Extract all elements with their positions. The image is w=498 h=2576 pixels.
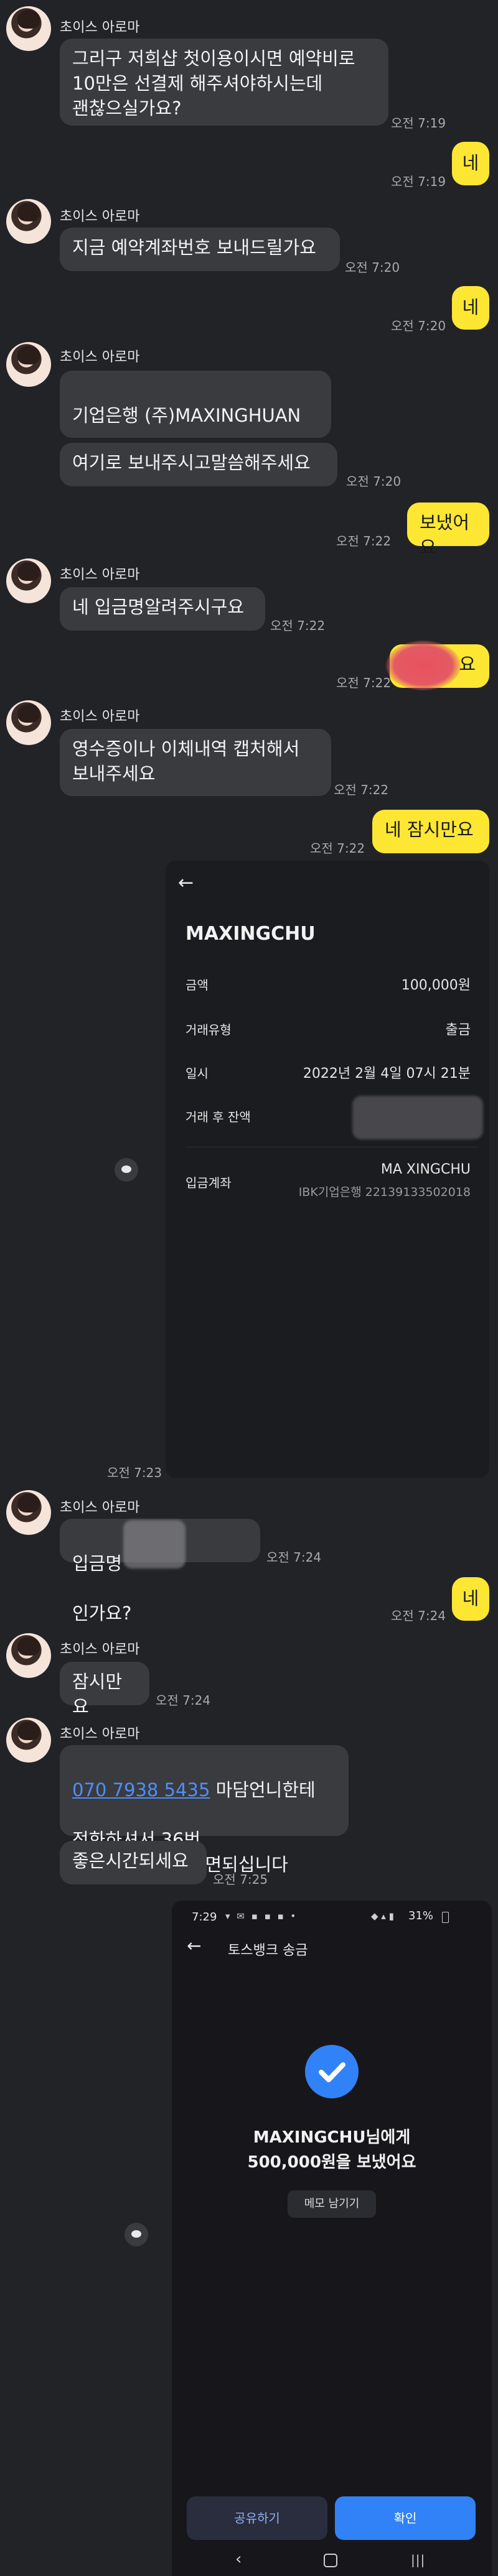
datetime-value: 2022년 2월 4일 07시 21분: [303, 1066, 471, 1082]
sender-avatar[interactable]: [6, 6, 51, 51]
incoming-message[interactable]: 지금 예약계좌번호 보내드릴가요: [60, 228, 340, 271]
sender-name: 초이스 아로마: [60, 209, 140, 225]
message-time: 오전 7:24: [156, 1693, 211, 1708]
incoming-message[interactable]: 070 7938 5435 마담언니한테 전화하셔서 36번 언니만남신청하시면…: [60, 1745, 349, 1875]
sender-avatar[interactable]: [6, 342, 51, 387]
message-part: 입금명: [72, 1553, 123, 1574]
share-icon[interactable]: [115, 1158, 138, 1182]
balance-redaction: [352, 1096, 483, 1139]
sender-name: 초이스 아로마: [60, 20, 140, 35]
toss-transfer-image[interactable]: 7:29 ▾ ✉ ▪ ▪ ▪ • ◆ ▴ ▮ 31% ← 토스뱅크 송금 MAX…: [172, 1901, 492, 2576]
message-part: 마담언니한테: [210, 1779, 316, 1800]
chat-screen: { "chat": { "sender_name": "초이스 아로마", "m…: [0, 0, 498, 2576]
sender-name: 초이스 아로마: [60, 709, 140, 725]
incoming-message[interactable]: 잠시만요: [60, 1662, 149, 1717]
amount-label: 금액: [186, 978, 209, 993]
memo-button[interactable]: 메모 남기기: [288, 2190, 376, 2218]
success-line2: 500,000원을 보냈어요: [247, 2153, 416, 2172]
incoming-message[interactable]: 영수증이나 이체내역 캡처해서 보내주세요: [60, 729, 331, 796]
name-redaction: [123, 1520, 186, 1568]
status-time: 7:29: [192, 1911, 217, 1924]
message-time: 오전 7:24: [266, 1550, 322, 1565]
type-label: 거래유형: [186, 1022, 232, 1037]
message-time: 오전 7:22: [336, 675, 392, 690]
message-time: 오전 7:23: [107, 1465, 162, 1480]
outgoing-message[interactable]: 네 잠시만요: [372, 810, 489, 853]
redaction-blur: [386, 641, 461, 690]
bank-name-line: 기업은행 (주)MAXINGHUAN: [72, 405, 301, 426]
share-button[interactable]: 공유하기: [187, 2496, 327, 2540]
sender-avatar[interactable]: [6, 1633, 51, 1678]
deposit-account: IBK기업은행 22139133502018: [298, 1185, 471, 1199]
outgoing-message[interactable]: 네: [452, 286, 489, 330]
back-arrow-icon[interactable]: ←: [178, 872, 194, 894]
message-time: 오전 7:22: [310, 841, 365, 856]
back-arrow-icon[interactable]: ←: [187, 1935, 201, 1956]
message-time: 오전 7:22: [334, 782, 389, 797]
nav-back-icon[interactable]: ‹: [235, 2550, 242, 2569]
incoming-message[interactable]: 기업은행 (주)MAXINGHUAN 221-391-335020-18: [60, 371, 331, 476]
message-part: 인가요?: [72, 1603, 132, 1624]
incoming-message[interactable]: 그리구 저희샵 첫이용이시면 예약비로 10만은 선결제 해주셔야하시는데 괜찮…: [60, 39, 388, 126]
deposit-name: MA XINGCHU: [380, 1162, 471, 1177]
nav-recents-icon[interactable]: |||: [411, 2552, 425, 2567]
sender-name: 초이스 아로마: [60, 350, 140, 365]
sender-avatar[interactable]: [6, 1718, 51, 1763]
sender-name: 초이스 아로마: [60, 1642, 140, 1657]
outgoing-message[interactable]: 네: [452, 142, 489, 185]
sender-avatar[interactable]: [6, 700, 51, 745]
datetime-label: 일시: [186, 1066, 209, 1081]
share-icon[interactable]: [125, 2223, 148, 2246]
header-title: 토스뱅크 송금: [228, 1943, 308, 1958]
message-time: 오전 7:20: [346, 474, 402, 489]
sender-avatar[interactable]: [6, 199, 51, 244]
type-value: 출금: [445, 1022, 471, 1038]
battery-icon: [442, 1912, 449, 1923]
message-time: 오전 7:22: [270, 618, 326, 633]
receipt-title: MAXINGCHU: [186, 923, 316, 945]
sender-avatar[interactable]: [6, 1490, 51, 1535]
incoming-message[interactable]: 좋은시간되세요: [60, 1841, 207, 1884]
incoming-message[interactable]: 여기로 보내주시고말씀해주세요: [60, 443, 337, 486]
outgoing-message[interactable]: 네: [452, 1577, 489, 1621]
confirm-button[interactable]: 확인: [335, 2496, 476, 2540]
sender-avatar[interactable]: [6, 558, 51, 603]
check-icon: [305, 2045, 359, 2098]
message-time: 오전 7:19: [391, 116, 446, 131]
nav-home-icon[interactable]: [324, 2554, 337, 2567]
sender-name: 초이스 아로마: [60, 567, 140, 583]
sender-name: 초이스 아로마: [60, 1500, 140, 1516]
message-time: 오전 7:25: [213, 1872, 268, 1887]
outgoing-message[interactable]: 보냈어요: [407, 503, 489, 558]
message-time: 오전 7:24: [391, 1608, 446, 1623]
phone-number-link[interactable]: 070 7938 5435: [72, 1779, 210, 1800]
battery-level: 31%: [408, 1909, 434, 1922]
receipt-image[interactable]: ← MAXINGCHU 금액 100,000원 거래유형 출금 일시 2022년…: [166, 861, 489, 1478]
incoming-message[interactable]: 네 입금명알려주시구요: [60, 587, 265, 631]
message-time: 오전 7:19: [391, 174, 446, 189]
balance-label: 거래 후 잔액: [186, 1110, 251, 1124]
sender-name: 초이스 아로마: [60, 1726, 140, 1742]
deposit-account-label: 입금계좌: [186, 1175, 232, 1190]
message-time: 오전 7:20: [391, 318, 446, 333]
amount-value: 100,000원: [401, 978, 471, 993]
status-icons: ▾ ✉ ▪ ▪ ▪ •: [225, 1911, 298, 1922]
message-time: 오전 7:20: [345, 260, 400, 275]
signal-icons: ◆ ▴ ▮: [371, 1911, 394, 1922]
success-line1: MAXINGCHU님에게: [253, 2128, 411, 2147]
message-time: 오전 7:22: [336, 534, 392, 549]
